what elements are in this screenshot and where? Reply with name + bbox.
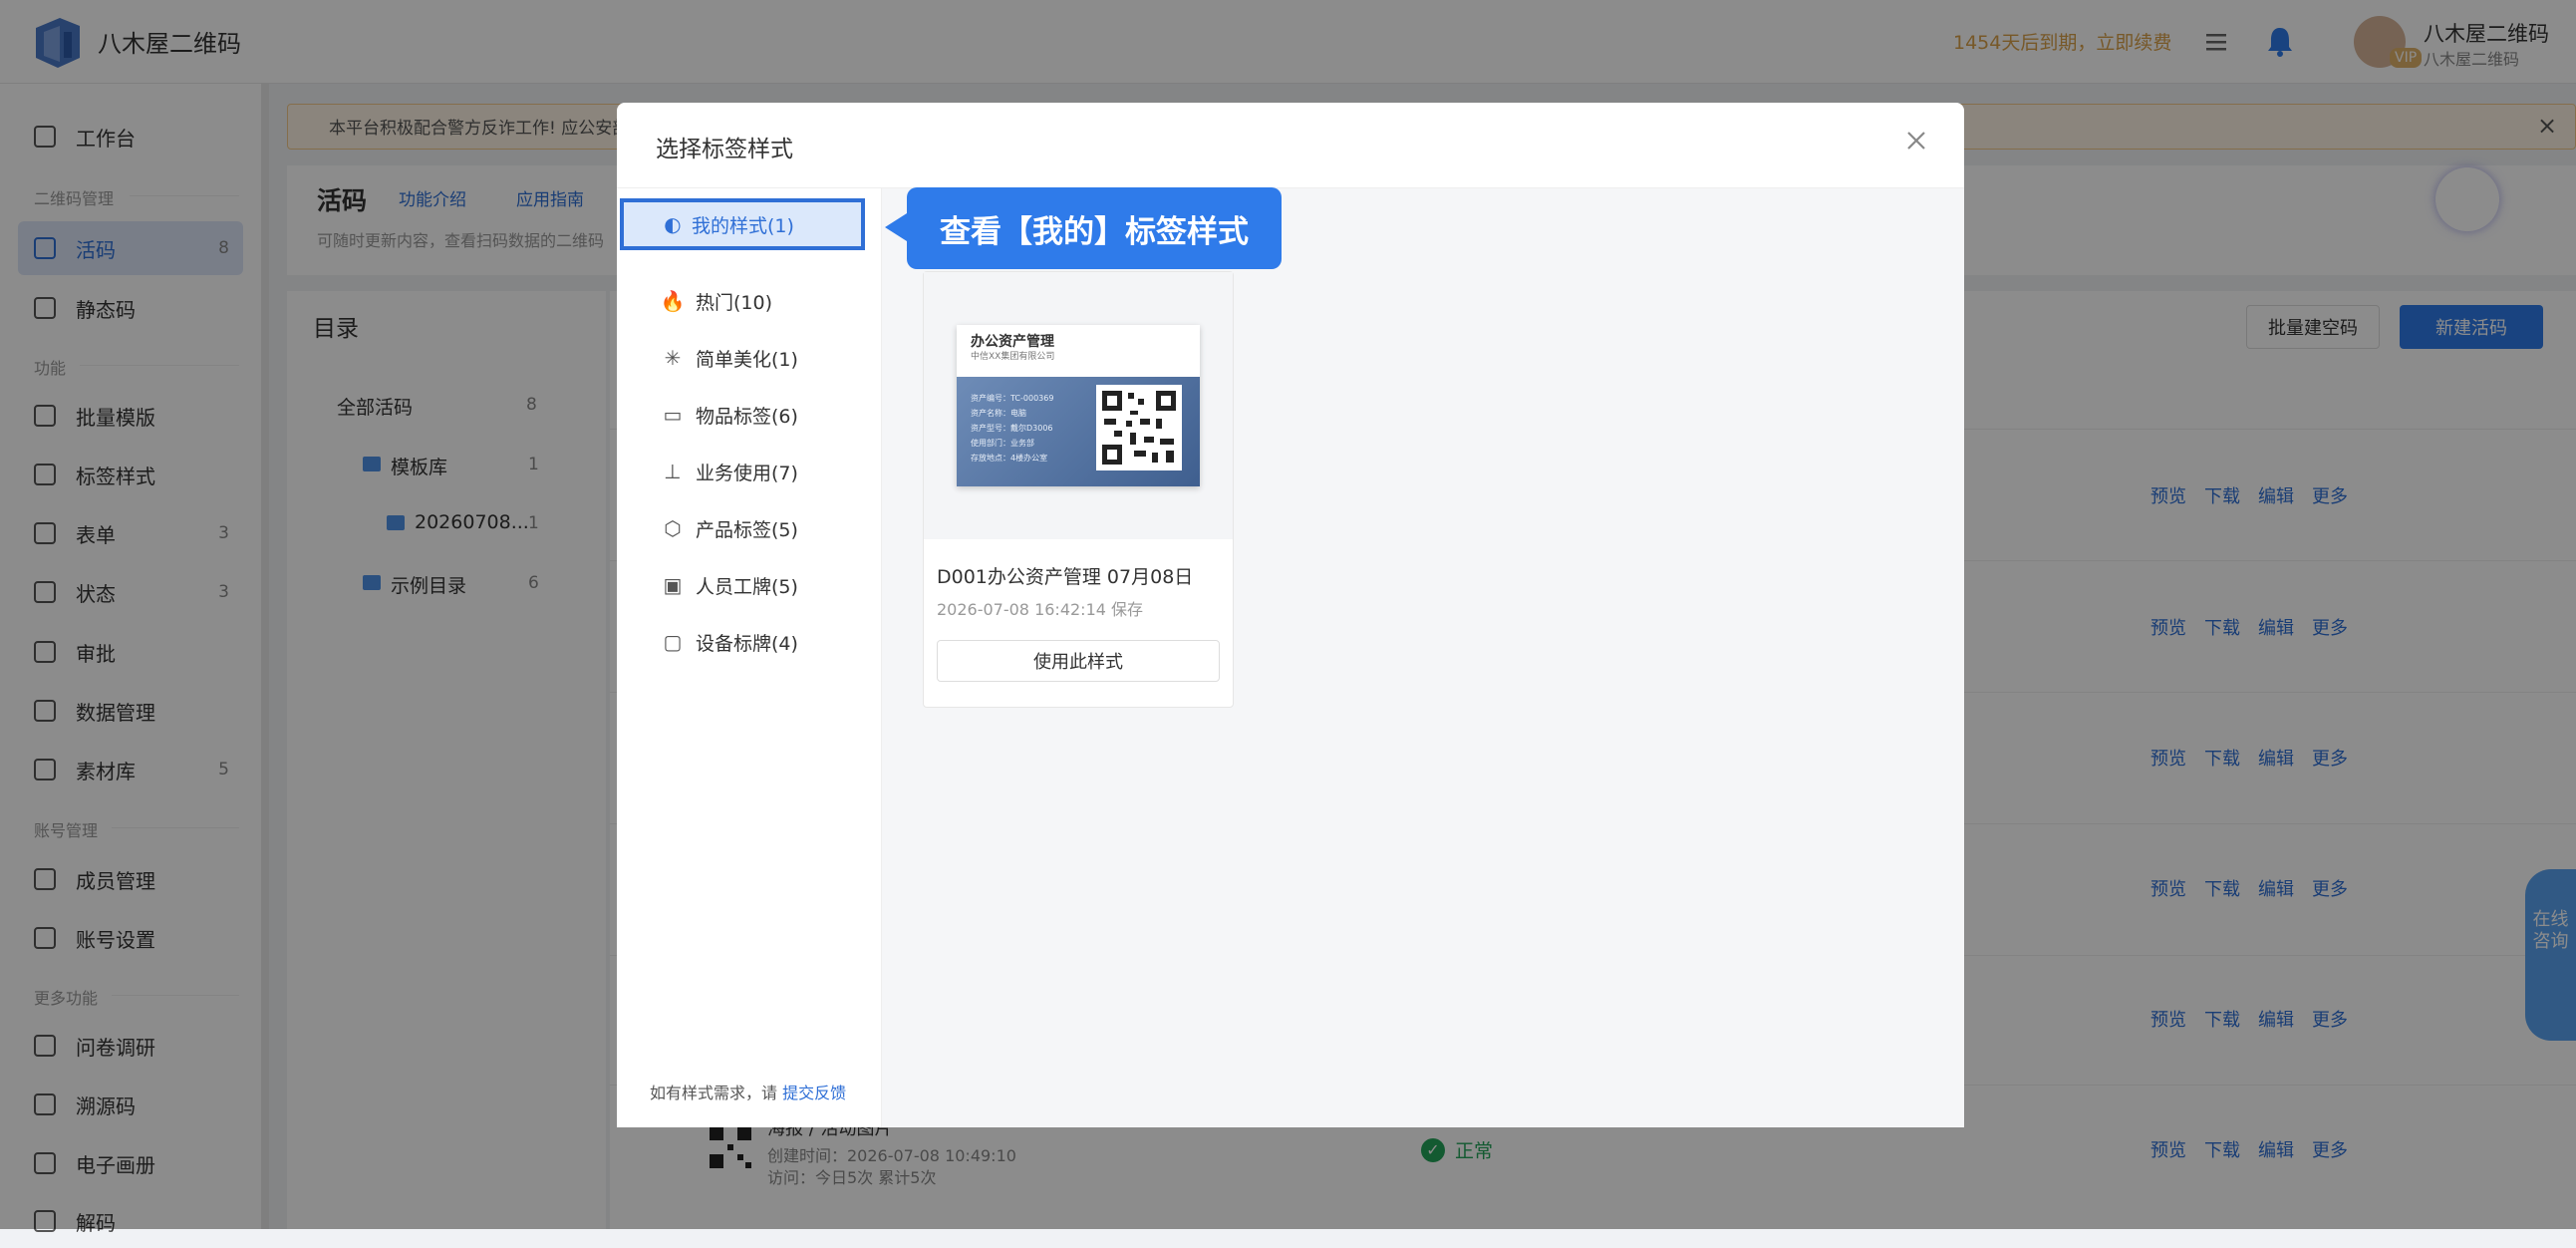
badge-icon: ▣ bbox=[663, 573, 683, 597]
modal-header bbox=[617, 103, 1964, 188]
category-my-styles[interactable]: ◐ 我的样式(1) bbox=[620, 198, 865, 250]
label-title: 办公资产管理 bbox=[971, 334, 1054, 350]
label-subtitle: 中信XX集团有限公司 bbox=[971, 352, 1055, 362]
category-item-labels[interactable]: ▭ 物品标签(6) bbox=[620, 389, 865, 441]
stamp-icon: ⊥ bbox=[664, 460, 682, 483]
use-style-button[interactable]: 使用此样式 bbox=[937, 640, 1220, 682]
close-icon[interactable] bbox=[1901, 126, 1931, 156]
feedback-text: 如有样式需求，请 提交反馈 bbox=[650, 1084, 847, 1102]
guide-tooltip: 查看【我的】标签样式 bbox=[907, 187, 1282, 269]
category-simple[interactable]: ✳ 简单美化(1) bbox=[620, 332, 865, 384]
category-product[interactable]: ⬡ 产品标签(5) bbox=[620, 502, 865, 554]
style-name: D001办公资产管理 07月08日 bbox=[937, 566, 1194, 588]
box-icon: ▭ bbox=[663, 403, 683, 427]
fire-icon: 🔥 bbox=[660, 289, 686, 313]
category-device-sign[interactable]: ▢ 设备标牌(4) bbox=[620, 616, 865, 668]
label-fields: 资产编号：TC-000369 资产名称：电脑 资产型号：戴尔D3006 使用部门… bbox=[971, 394, 1054, 463]
category-staff-badge[interactable]: ▣ 人员工牌(5) bbox=[620, 559, 865, 611]
tooltip-arrow bbox=[885, 213, 907, 241]
feedback-link[interactable]: 提交反馈 bbox=[782, 1084, 846, 1102]
monitor-icon: ▢ bbox=[663, 630, 683, 654]
palette-icon: ◐ bbox=[664, 212, 682, 236]
category-business[interactable]: ⊥ 业务使用(7) bbox=[620, 446, 865, 497]
modal-title: 选择标签样式 bbox=[656, 137, 793, 162]
cube-icon: ⬡ bbox=[664, 516, 682, 540]
sparkle-icon: ✳ bbox=[664, 346, 682, 370]
category-hot[interactable]: 🔥 热门(10) bbox=[620, 275, 865, 327]
style-saved-time: 2026-07-08 16:42:14 保存 bbox=[937, 600, 1144, 619]
qrcode-icon bbox=[1096, 385, 1182, 470]
